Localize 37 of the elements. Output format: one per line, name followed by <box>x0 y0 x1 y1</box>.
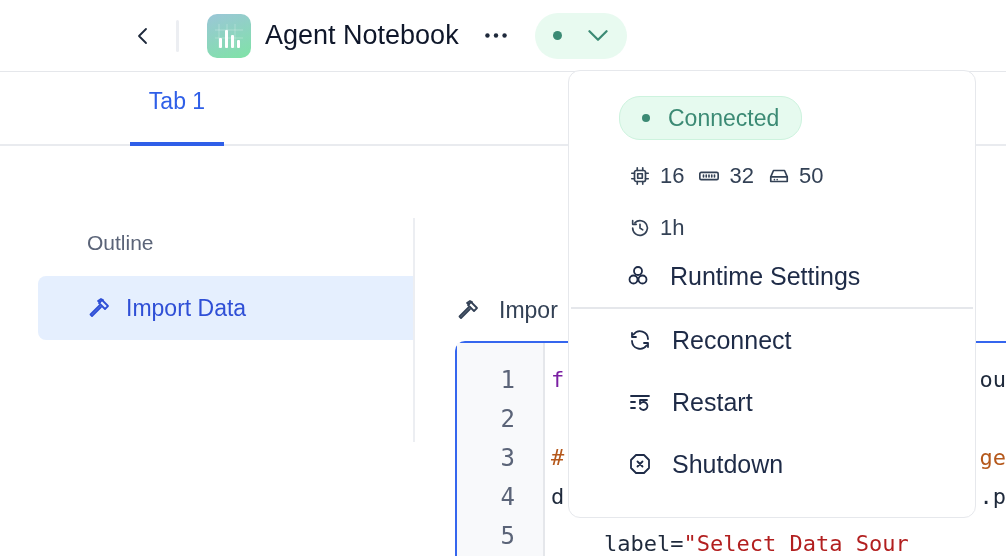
notebook-title: Agent Notebook <box>265 20 459 51</box>
more-button[interactable] <box>484 33 507 38</box>
code-text: .p <box>979 485 1006 510</box>
resource-value: 32 <box>729 163 754 189</box>
tab[interactable]: Tab 1 <box>130 88 224 146</box>
code-text: ge <box>979 446 1006 471</box>
line-number: 5 <box>499 521 516 552</box>
code-text: label="Select Data Sour <box>602 531 909 556</box>
refresh-icon <box>628 328 652 352</box>
line-number: 4 <box>499 482 516 513</box>
line-number: 1 <box>499 365 516 396</box>
uptime-value: 1h <box>660 215 685 241</box>
code-text: ou <box>979 368 1006 393</box>
chip-icon <box>629 165 651 187</box>
line-number: 3 <box>499 443 516 474</box>
line-number: 2 <box>499 404 516 435</box>
code-text: # <box>551 446 565 471</box>
code-text: d <box>551 485 565 510</box>
code-text: f <box>551 368 565 393</box>
chevron-down-icon <box>588 30 609 41</box>
status-badge: Connected <box>619 96 803 140</box>
menu-item[interactable]: Runtime Settings <box>569 245 975 307</box>
runtime-status-button[interactable] <box>534 12 627 59</box>
menu-item[interactable]: Reconnect <box>571 309 973 371</box>
more-icon <box>484 33 507 38</box>
hammer-icon <box>88 296 112 320</box>
outline-heading: Outline <box>86 230 155 256</box>
close-icon <box>628 452 652 476</box>
menu-item[interactable]: Shutdown <box>571 433 973 495</box>
cell-title: Impor <box>499 296 558 324</box>
history-icon <box>629 217 651 239</box>
resource-value: 50 <box>798 163 824 189</box>
app-logo-icon <box>207 13 251 58</box>
hammer-icon <box>457 298 481 322</box>
menu-item[interactable]: Restart <box>571 371 973 433</box>
resource-value: 16 <box>660 163 685 189</box>
outline-item[interactable]: Import Data <box>38 276 413 340</box>
